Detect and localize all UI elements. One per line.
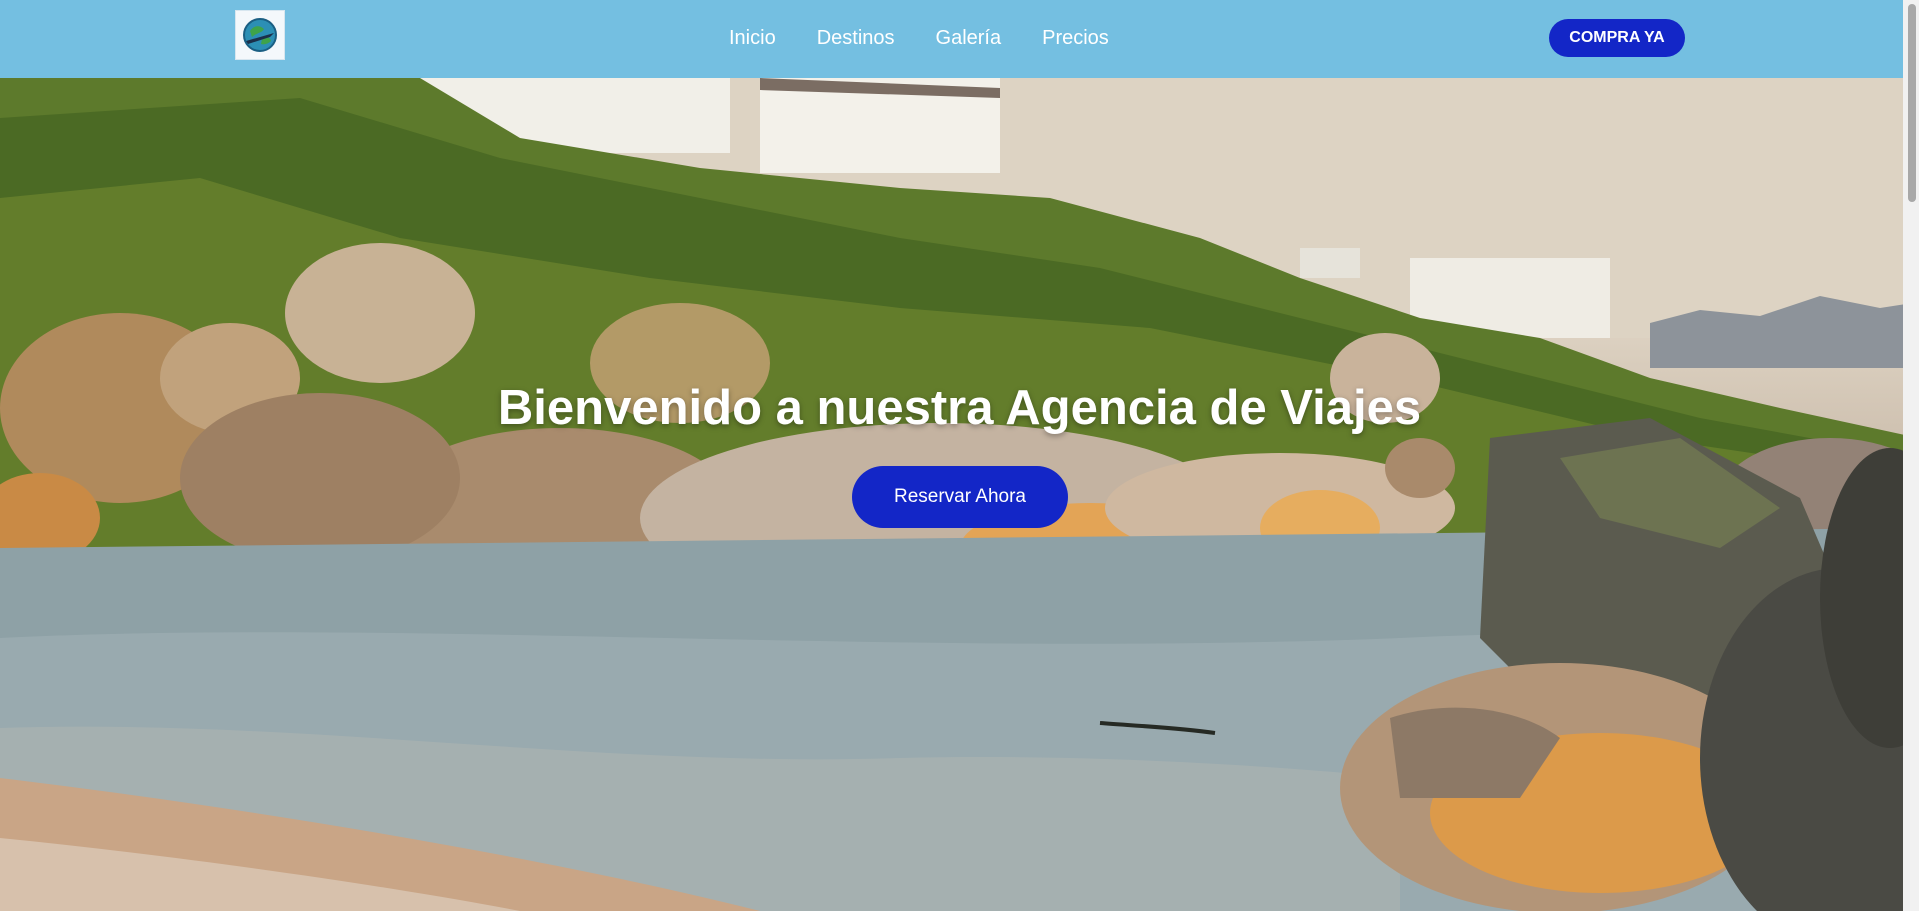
site-header: Inicio Destinos Galería Precios COMPRA Y…: [0, 0, 1919, 78]
hero-title: Bienvenido a nuestra Agencia de Viajes: [497, 381, 1422, 435]
main-nav: Inicio Destinos Galería Precios: [729, 24, 1109, 52]
nav-link-destinos[interactable]: Destinos: [817, 24, 895, 52]
nav-link-precios[interactable]: Precios: [1042, 24, 1109, 52]
nav-link-inicio[interactable]: Inicio: [729, 24, 776, 52]
hero-banner: Bienvenido a nuestra Agencia de Viajes R…: [0, 78, 1919, 911]
buy-now-button[interactable]: COMPRA YA: [1549, 19, 1685, 57]
nav-link-galeria[interactable]: Galería: [936, 24, 1002, 52]
reserve-now-button[interactable]: Reservar Ahora: [852, 466, 1068, 528]
scrollbar-thumb[interactable]: [1908, 4, 1916, 202]
logo[interactable]: [235, 10, 285, 60]
page-scrollbar[interactable]: [1903, 0, 1919, 911]
globe-plane-icon: [243, 18, 277, 52]
